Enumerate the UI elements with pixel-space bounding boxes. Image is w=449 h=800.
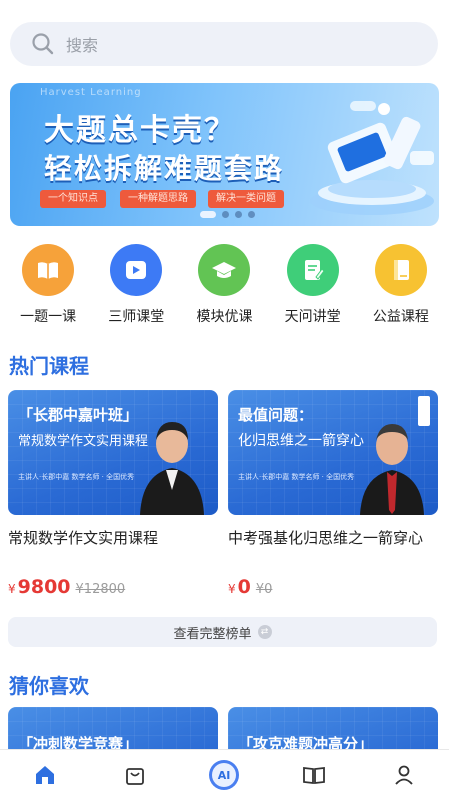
category-tianwen-lecture[interactable]: 天问讲堂 (273, 244, 353, 326)
tab-me[interactable] (374, 750, 434, 800)
original-price: ¥0 (255, 582, 273, 597)
book-icon (22, 244, 75, 296)
view-full-ranking-button[interactable]: 查看完整榜单 ⇄ (8, 617, 437, 647)
home-icon (35, 766, 54, 784)
category-one-question-one-lesson[interactable]: 一题一课 (8, 244, 88, 326)
category-three-teacher-class[interactable]: 三师课堂 (96, 244, 176, 326)
swap-icon: ⇄ (257, 625, 272, 639)
tab-home[interactable] (15, 750, 75, 800)
thumb-subtitle: 化归思维之一箭穿心 (238, 433, 364, 449)
view-full-ranking-label: 查看完整榜单 (173, 626, 252, 642)
teacher-photo (140, 422, 204, 515)
thumb-caption: 主讲人·长郡中嘉 数学名师 · 全国优秀 (238, 473, 355, 481)
category-module-class[interactable]: 模块优课 (184, 244, 264, 326)
current-price: 0 (237, 576, 251, 598)
category-label: 公益课程 (372, 309, 429, 325)
banner-tag: 一个知识点 (40, 190, 106, 208)
thumb-subtitle: 常规数学作文实用课程 (18, 434, 149, 449)
graduation-cap-icon (198, 244, 251, 296)
promo-banner[interactable]: Harvest Learning 大题总卡壳？ 轻松拆解难题套路 一个知识点 一… (10, 83, 439, 226)
original-price: ¥12800 (75, 582, 126, 597)
banner-watermark: Harvest Learning (40, 87, 142, 98)
thumb-title: 「长郡中嘉叶班」 (18, 406, 139, 424)
banner-dot[interactable] (200, 211, 216, 218)
course-card[interactable]: 「长郡中嘉叶班」 常规数学作文实用课程 主讲人·长郡中嘉 数学名师 · 全国优秀… (8, 390, 218, 598)
user-icon (395, 765, 413, 785)
svg-text:AI: AI (218, 769, 231, 782)
banner-tag: 一种解题思路 (120, 190, 196, 208)
banner-title-line1: 大题总卡壳？ (44, 113, 236, 148)
course-price: ¥ 9800 ¥12800 (8, 576, 125, 598)
banner-pagination[interactable] (200, 211, 255, 218)
course-price: ¥ 0 ¥0 (228, 576, 272, 598)
hot-courses-title: 热门课程 (9, 354, 89, 378)
search-placeholder: 搜索 (66, 36, 99, 55)
course-card[interactable]: 最值问题： 化归思维之一箭穿心 主讲人·长郡中嘉 数学名师 · 全国优秀 中考强… (228, 390, 438, 598)
play-icon (110, 244, 163, 296)
currency-symbol: ¥ (228, 582, 236, 596)
currency-symbol: ¥ (8, 582, 16, 596)
ai-icon: AI (209, 760, 240, 790)
category-label: 一题一课 (20, 309, 77, 325)
search-icon (32, 33, 54, 55)
course-thumbnail: 「长郡中嘉叶班」 常规数学作文实用课程 主讲人·长郡中嘉 数学名师 · 全国优秀 (8, 390, 218, 515)
banner-illustration (310, 101, 434, 215)
banner-dot[interactable] (222, 211, 229, 218)
current-price: 9800 (17, 576, 71, 598)
thumb-title: 最值问题： (238, 406, 314, 424)
banner-tag: 解决一类问题 (208, 190, 284, 208)
guess-you-like-title: 猜你喜欢 (9, 674, 89, 698)
open-book-icon (303, 766, 326, 785)
bag-icon (125, 768, 144, 785)
category-nav: 一题一课 三师课堂 模块优课 天问讲堂 公益课程 (0, 244, 449, 326)
category-charity-course[interactable]: 公益课程 (361, 244, 441, 326)
category-label: 模块优课 (196, 309, 253, 325)
course-title: 中考强基化归思维之一箭穿心 (228, 529, 424, 547)
notebook-icon (374, 244, 427, 296)
course-title: 常规数学作文实用课程 (8, 529, 159, 547)
tab-ai[interactable]: AI (194, 750, 254, 800)
banner-dot[interactable] (248, 211, 255, 218)
teacher-photo (360, 424, 424, 515)
category-label: 天问讲堂 (284, 309, 341, 325)
banner-title-line2: 轻松拆解难题套路 (44, 152, 285, 185)
thumb-caption: 主讲人·长郡中嘉 数学名师 · 全国优秀 (18, 473, 135, 481)
banner-dot[interactable] (235, 211, 242, 218)
tab-study[interactable] (284, 750, 344, 800)
course-thumbnail: 最值问题： 化归思维之一箭穿心 主讲人·长郡中嘉 数学名师 · 全国优秀 (228, 390, 438, 515)
bottom-tab-bar: AI (0, 749, 449, 800)
tab-courses[interactable] (105, 750, 165, 800)
document-edit-icon (286, 244, 339, 296)
search-input[interactable]: 搜索 (10, 22, 438, 66)
category-label: 三师课堂 (108, 309, 165, 325)
